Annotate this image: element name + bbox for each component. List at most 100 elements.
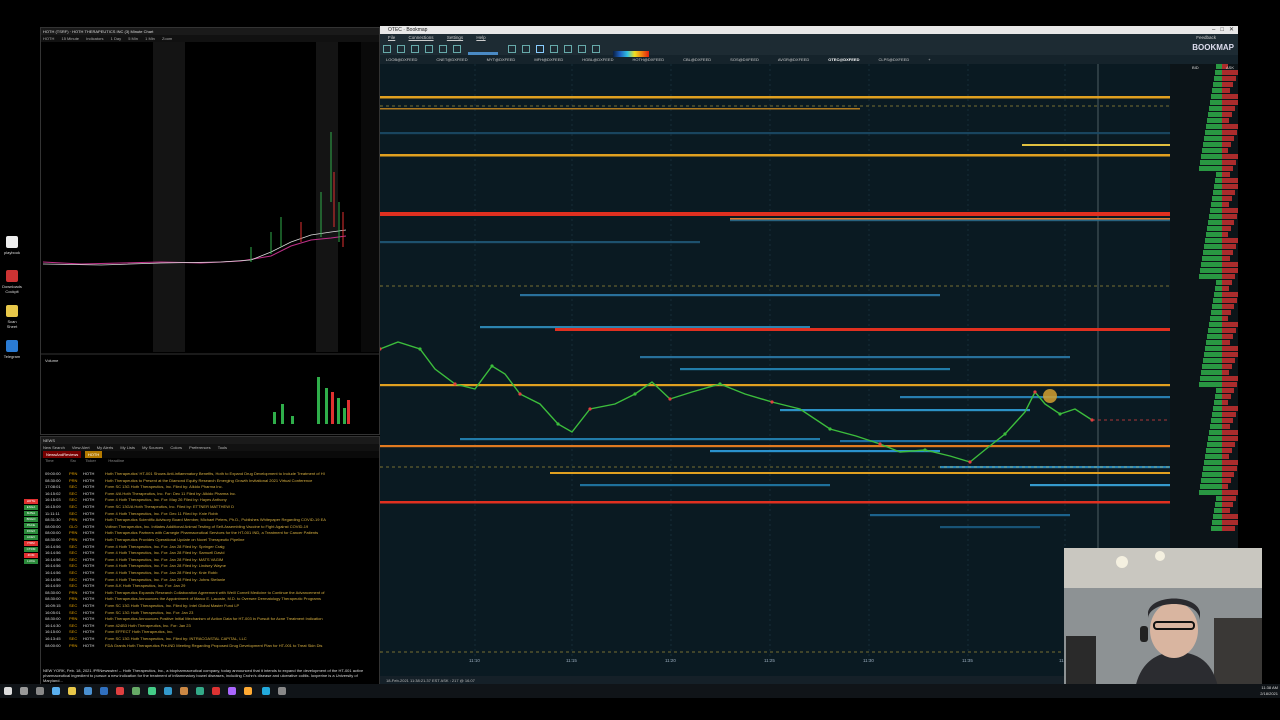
sidebar-ticker[interactable]: FDGX	[24, 529, 38, 534]
toolbar-tool-icon[interactable]	[592, 45, 601, 53]
desktop-icon-notes[interactable]: Scan Sheet	[2, 305, 22, 329]
search-icon[interactable]	[20, 687, 28, 695]
sidebar-ticker[interactable]: ENGA	[24, 505, 38, 510]
news-col-ticker[interactable]: Ticker	[85, 458, 107, 464]
start-icon[interactable]	[4, 687, 12, 695]
chart-toolbar-zoom[interactable]: Zoom	[162, 36, 172, 41]
news-col-src[interactable]: Src	[70, 458, 84, 464]
news-menu-my-sources[interactable]: My Sources	[142, 445, 163, 450]
news-menu-new-search[interactable]: New Search	[43, 445, 65, 450]
news-row[interactable]: 16:15:00 SEC HOTH Form EFFECT Hoth Therapeu…	[45, 629, 375, 636]
toolbar-tool-icon[interactable]	[508, 45, 517, 53]
news-menu-colors[interactable]: Colors	[170, 445, 182, 450]
instrument-tab[interactable]: LOOB@DXFEED	[386, 57, 417, 62]
toolbar-tool-icon[interactable]	[425, 45, 433, 53]
news-row[interactable]: 16:14:56 SEC HOTH Form 4 Hoth Therapeutics,…	[45, 577, 375, 584]
app-icon[interactable]	[116, 687, 124, 695]
news-row[interactable]: 16:05:01 SEC HOTH Form SC 13G Hoth Therapeu…	[45, 610, 375, 617]
store-icon[interactable]	[84, 687, 92, 695]
menu-help[interactable]: Help	[476, 35, 485, 40]
chart-toolbar-1day[interactable]: 1 Day	[111, 36, 121, 41]
news-row[interactable]: 16:14:56 SEC HOTH Form 4 Hoth Therapeutics,…	[45, 544, 375, 551]
app-icon[interactable]	[228, 687, 236, 695]
toolbar-tool-icon[interactable]	[411, 45, 419, 53]
edge-icon[interactable]	[52, 687, 60, 695]
news-row[interactable]: 08:00:00 PRN HOTH Hoth Therapeutics Partner…	[45, 530, 375, 537]
news-row[interactable]: 08:00:00 GLO HOTH Voltron Therapeutics, Inc…	[45, 524, 375, 531]
instrument-tab[interactable]: HGBL@DXFEED	[582, 57, 613, 62]
app-icon[interactable]	[212, 687, 220, 695]
sidebar-ticker[interactable]: MJNA	[24, 511, 38, 516]
sidebar-ticker[interactable]: ZOM	[24, 553, 38, 558]
maximize-icon[interactable]: □	[1220, 27, 1224, 33]
news-menu-preferences[interactable]: Preferences	[189, 445, 211, 450]
menu-connections[interactable]: Connections	[409, 35, 434, 40]
news-menu-my-alerts[interactable]: My Alerts	[97, 445, 113, 450]
app-icon[interactable]	[180, 687, 188, 695]
file-explorer-icon[interactable]	[68, 687, 76, 695]
instrument-tab[interactable]: CBL@DXFEED	[683, 57, 711, 62]
sidebar-ticker[interactable]: CTRM	[24, 547, 38, 552]
sidebar-ticker[interactable]: LUXA	[24, 559, 38, 564]
bookmap-taskbar-icon[interactable]	[262, 687, 270, 695]
desktop-icon-playbook[interactable]: playbook	[2, 236, 22, 255]
instrument-tab[interactable]: MFH@DXFEED	[534, 57, 563, 62]
app-icon[interactable]	[164, 687, 172, 695]
sidebar-ticker[interactable]: HOTH	[24, 499, 38, 504]
news-row[interactable]: 08:30:00 PRN HOTH Hoth Therapeutics Announc…	[45, 596, 375, 603]
news-menu-my-lists[interactable]: My Lists	[120, 445, 135, 450]
chart-toolbar-symbol[interactable]: HOTH	[43, 36, 54, 41]
feedback-link[interactable]: Feedback	[1196, 34, 1216, 41]
app-icon[interactable]	[278, 687, 286, 695]
heatmap-color-gradient[interactable]	[613, 50, 650, 57]
toolbar-tool-icon[interactable]	[397, 45, 405, 53]
sidebar-ticker[interactable]: BNGO	[24, 517, 38, 522]
mail-icon[interactable]	[100, 687, 108, 695]
app-icon[interactable]	[244, 687, 252, 695]
news-row[interactable]: 16:15:03 SEC HOTH Form 4 Hoth Therapeutics,…	[45, 497, 375, 504]
chart-toolbar-interval[interactable]: 15 Minute	[61, 36, 79, 41]
news-row[interactable]: 16:14:30 SEC HOTH Form 424B3 Hoth Therapeut…	[45, 623, 375, 630]
news-menu-view-alert[interactable]: View Alert	[72, 445, 90, 450]
minimize-icon[interactable]: –	[1212, 27, 1215, 33]
news-row[interactable]: 08:30:00 PRN HOTH Hoth Therapeutics Provide…	[45, 537, 375, 544]
chart-toolbar-5min[interactable]: 5 Min	[128, 36, 138, 41]
add-tab-icon[interactable]: +	[928, 57, 930, 62]
heatmap-contrast-slider[interactable]	[467, 51, 498, 55]
instrument-tab[interactable]: SOS@DXFEED	[730, 57, 759, 62]
news-row[interactable]: 08:30:00 PRN HOTH Hoth Therapeutics to Pres…	[45, 478, 375, 485]
instrument-tab[interactable]: MYT@DXFEED	[487, 57, 516, 62]
app-icon[interactable]	[196, 687, 204, 695]
news-row[interactable]: 16:15:09 SEC HOTH Form SC 13G/A Hoth Therap…	[45, 504, 375, 511]
news-row[interactable]: 08:00:00 PRN HOTH FDA Grants Hoth Therapeut…	[45, 643, 375, 650]
news-window[interactable]: NEWS New Search View Alert My Alerts My …	[24, 436, 380, 686]
menu-file[interactable]: File	[388, 35, 395, 40]
news-row[interactable]: 16:14:56 SEC HOTH Form 4 Hoth Therapeutics,…	[45, 550, 375, 557]
news-row[interactable]: 16:14:56 SEC HOTH Form 4 Hoth Therapeutics,…	[45, 563, 375, 570]
price-chart[interactable]: Volume	[41, 42, 379, 434]
news-tab-reviews[interactable]: NewsAndReviews	[43, 451, 82, 458]
toolbar-tool-icon[interactable]	[578, 45, 587, 53]
news-row[interactable]: 16:09:15 SEC HOTH Form SC 13G Hoth Therapeu…	[45, 603, 375, 610]
news-col-time[interactable]: Time	[45, 458, 69, 464]
news-row[interactable]: 08:30:00 PRN HOTH Hoth Therapeutics Announc…	[45, 616, 375, 623]
desktop-icon-tradersync[interactable]: Downloads Cockpit	[2, 270, 22, 294]
news-row[interactable]: 17:08:01 SEC HOTH Form SC 13G Hoth Therapeu…	[45, 484, 375, 491]
menu-settings[interactable]: Settings	[447, 35, 463, 40]
toolbar-tool-icon[interactable]	[383, 45, 391, 53]
taskbar-clock[interactable]: 11:38 AM 2/18/2021	[1260, 685, 1278, 697]
instrument-tab[interactable]: OTEC@DXFEED	[828, 57, 859, 62]
sidebar-ticker[interactable]: ITRM	[24, 541, 38, 546]
toolbar-tool-icon[interactable]	[550, 45, 559, 53]
sidebar-ticker[interactable]: ACEV	[24, 535, 38, 540]
toolbar-tool-icon[interactable]	[439, 45, 447, 53]
desktop-icon-telegram[interactable]: Telegram	[2, 340, 22, 359]
news-tab-hoth[interactable]: HOTH	[84, 451, 103, 458]
chart-window[interactable]: HOTH (TSRF) · HOTH THERAPEUTICS INC (3) …	[40, 27, 380, 435]
instrument-tab[interactable]: CLPS@DXFEED	[878, 57, 909, 62]
sidebar-ticker[interactable]: PACE	[24, 523, 38, 528]
instrument-tab[interactable]: AVGR@DXFEED	[778, 57, 809, 62]
news-row[interactable]: 16:14:59 SEC HOTH Form 8-K Hoth Therapeutic…	[45, 583, 375, 590]
news-row[interactable]: 08:31:30 PRN HOTH Hoth Therapeutics Scienti…	[45, 517, 375, 524]
app-icon[interactable]	[132, 687, 140, 695]
